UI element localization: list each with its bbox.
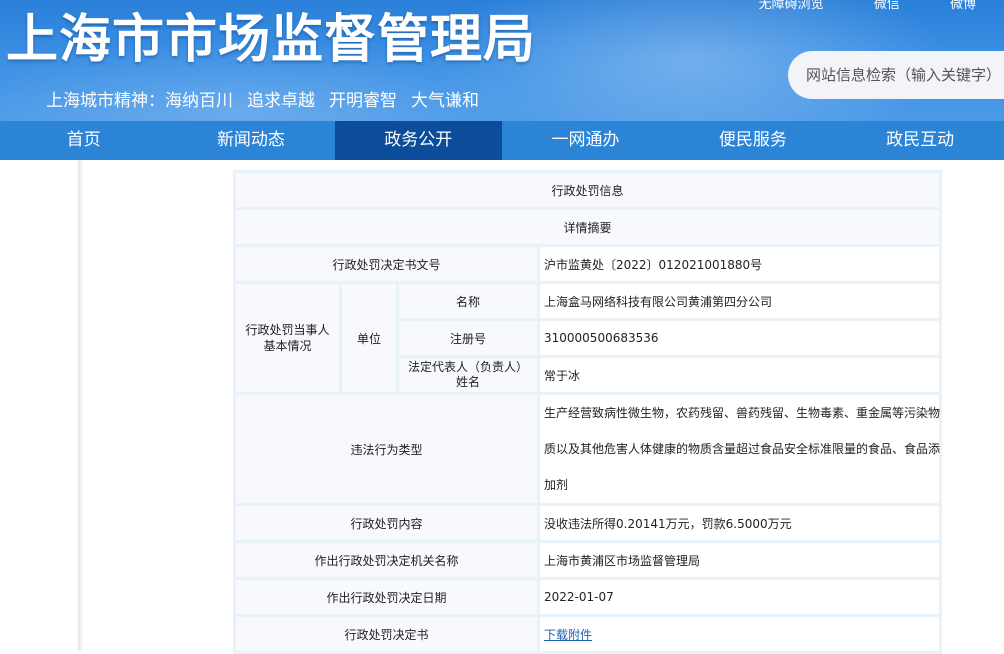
table-row: 详情摘要 bbox=[232, 207, 943, 247]
penalty-content-label: 行政处罚内容 bbox=[233, 503, 540, 543]
table-row: 行政处罚决定书文号 沪市监黄处〔2022〕012021001880号 bbox=[233, 244, 943, 284]
authority-value: 上海市黄浦区市场监督管理局 bbox=[536, 540, 943, 580]
nav-item-government-affairs[interactable]: 政务公开 bbox=[334, 121, 502, 160]
legal-rep-label: 法定代表人（负责人）姓名 bbox=[396, 355, 540, 395]
violation-type-value: 生产经营致病性微生物，农药残留、兽药残留、生物毒素、重金属等污染物 质以及其他危… bbox=[536, 392, 943, 506]
slogan-part: 追求卓越 bbox=[247, 91, 315, 111]
violation-line: 生产经营致病性微生物，农药残留、兽药残留、生物毒素、重金属等污染物 bbox=[544, 406, 941, 420]
table-row: 作出行政处罚决定日期 2022-01-07 bbox=[233, 577, 943, 617]
site-search-box bbox=[788, 51, 1004, 99]
nav-item-news[interactable]: 新闻动态 bbox=[167, 121, 334, 160]
nav-item-public-services[interactable]: 便民服务 bbox=[669, 121, 836, 160]
table-row: 作出行政处罚决定机关名称 上海市黄浦区市场监督管理局 bbox=[233, 540, 943, 580]
slogan-part: 大气谦和 bbox=[411, 91, 479, 111]
top-links: 无障碍浏览 微信 微博 bbox=[759, 0, 1004, 12]
name-label: 名称 bbox=[396, 281, 540, 321]
authority-label: 作出行政处罚决定机关名称 bbox=[233, 540, 540, 580]
nav-item-interaction[interactable]: 政民互动 bbox=[836, 121, 1003, 160]
violation-line: 质以及其他危害人体健康的物质含量超过食品安全标准限量的食品、食品添 bbox=[544, 442, 941, 456]
slogan-lead: 上海城市精神： bbox=[46, 91, 165, 111]
table-subtitle: 详情摘要 bbox=[232, 207, 943, 247]
header-banner: 上海市市场监督管理局 上海城市精神：海纳百川 追求卓越 开明睿智 大气谦和 无障碍浏览… bbox=[0, 0, 1004, 121]
decision-date-value: 2022-01-07 bbox=[536, 577, 943, 617]
doc-number-label: 行政处罚决定书文号 bbox=[233, 244, 540, 284]
reg-number-label: 注册号 bbox=[396, 318, 540, 358]
slogan-part: 海纳百川 bbox=[165, 91, 233, 111]
accessibility-link[interactable]: 无障碍浏览 bbox=[759, 0, 824, 12]
legal-rep-label-text: 法定代表人（负责人）姓名 bbox=[407, 360, 528, 389]
reg-number-value: 310000500683536 bbox=[536, 318, 943, 358]
penalty-detail-table: 行政处罚信息 详情摘要 行政处罚决定书文号 沪市监黄处〔2022〕0120210… bbox=[232, 170, 943, 654]
decision-date-label: 作出行政处罚决定日期 bbox=[233, 577, 540, 617]
party-info-label-text: 行政处罚当事人基本情况 bbox=[245, 323, 330, 353]
download-attachment-link[interactable]: 下载附件 bbox=[544, 628, 592, 642]
unit-label: 单位 bbox=[339, 281, 399, 395]
violation-line: 加剂 bbox=[544, 478, 569, 492]
table-title: 行政处罚信息 bbox=[232, 170, 943, 210]
decision-doc-cell: 下载附件 bbox=[536, 614, 943, 654]
violation-type-label: 违法行为类型 bbox=[233, 392, 540, 506]
decision-doc-label: 行政处罚决定书 bbox=[233, 614, 540, 654]
table-row: 行政处罚决定书 下载附件 bbox=[233, 614, 943, 654]
table-row: 行政处罚信息 bbox=[232, 170, 943, 210]
table-row: 行政处罚内容 没收违法所得0.20141万元，罚款6.5000万元 bbox=[233, 503, 943, 543]
name-value: 上海盒马网络科技有限公司黄浦第四分公司 bbox=[536, 281, 943, 321]
legal-rep-value: 常于冰 bbox=[536, 355, 943, 395]
doc-number-value: 沪市监黄处〔2022〕012021001880号 bbox=[536, 244, 943, 284]
main-nav: 首页 新闻动态 政务公开 一网通办 便民服务 政民互动 bbox=[0, 121, 1004, 160]
table-row: 违法行为类型 生产经营致病性微生物，农药残留、兽药残留、生物毒素、重金属等污染物… bbox=[233, 392, 943, 506]
party-info-label: 行政处罚当事人基本情况 bbox=[233, 281, 342, 395]
site-title: 上海市市场监督管理局 bbox=[6, 10, 537, 70]
table-row: 行政处罚当事人基本情况 单位 名称 上海盒马网络科技有限公司黄浦第四分公司 bbox=[233, 281, 943, 395]
weibo-link[interactable]: 微博 bbox=[950, 0, 976, 12]
site-search-input[interactable] bbox=[804, 65, 1004, 85]
slogan-part: 开明睿智 bbox=[329, 91, 397, 111]
wechat-link[interactable]: 微信 bbox=[874, 0, 900, 12]
nav-item-online-services[interactable]: 一网通办 bbox=[502, 121, 669, 160]
penalty-content-value: 没收违法所得0.20141万元，罚款6.5000万元 bbox=[536, 503, 943, 543]
nav-item-home[interactable]: 首页 bbox=[0, 121, 167, 160]
city-slogan: 上海城市精神：海纳百川 追求卓越 开明睿智 大气谦和 bbox=[46, 86, 493, 111]
